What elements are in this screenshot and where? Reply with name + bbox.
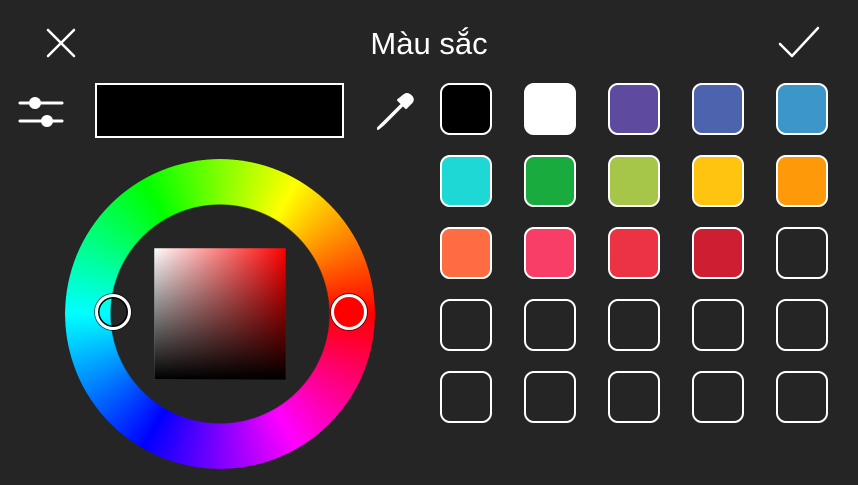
empty-color-slot[interactable]	[524, 299, 576, 351]
color-swatch[interactable]	[692, 155, 744, 207]
empty-color-slot[interactable]	[440, 371, 492, 423]
empty-color-slot[interactable]	[776, 227, 828, 279]
empty-color-slot[interactable]	[440, 299, 492, 351]
empty-color-slot[interactable]	[776, 371, 828, 423]
color-swatch[interactable]	[440, 155, 492, 207]
empty-color-slot[interactable]	[692, 371, 744, 423]
color-sliders-button[interactable]	[18, 94, 64, 130]
color-swatch[interactable]	[440, 227, 492, 279]
color-swatch-grid	[440, 83, 830, 423]
eyedropper-icon	[377, 93, 414, 130]
color-swatch[interactable]	[608, 227, 660, 279]
color-swatch[interactable]	[440, 83, 492, 135]
color-wheel	[65, 159, 375, 469]
checkmark-icon	[778, 26, 820, 58]
empty-color-slot[interactable]	[608, 371, 660, 423]
empty-color-slot[interactable]	[776, 299, 828, 351]
color-swatch[interactable]	[608, 155, 660, 207]
eyedropper-button[interactable]	[370, 88, 418, 136]
empty-color-slot[interactable]	[524, 371, 576, 423]
color-swatch[interactable]	[692, 227, 744, 279]
sliders-icon	[18, 97, 64, 127]
color-swatch[interactable]	[524, 155, 576, 207]
color-swatch[interactable]	[776, 155, 828, 207]
color-picker-dialog: Màu sắc	[0, 0, 858, 485]
color-swatch[interactable]	[692, 83, 744, 135]
color-swatch[interactable]	[524, 83, 576, 135]
color-swatch[interactable]	[776, 83, 828, 135]
current-color-preview	[95, 83, 344, 138]
hue-selector-handle[interactable]	[331, 294, 367, 330]
empty-color-slot[interactable]	[608, 299, 660, 351]
saturation-value-handle[interactable]	[95, 294, 131, 330]
color-swatch[interactable]	[524, 227, 576, 279]
saturation-value-diamond[interactable]	[127, 221, 313, 407]
empty-color-slot[interactable]	[692, 299, 744, 351]
color-swatch[interactable]	[608, 83, 660, 135]
confirm-button[interactable]	[776, 22, 822, 64]
dialog-title: Màu sắc	[370, 26, 488, 61]
